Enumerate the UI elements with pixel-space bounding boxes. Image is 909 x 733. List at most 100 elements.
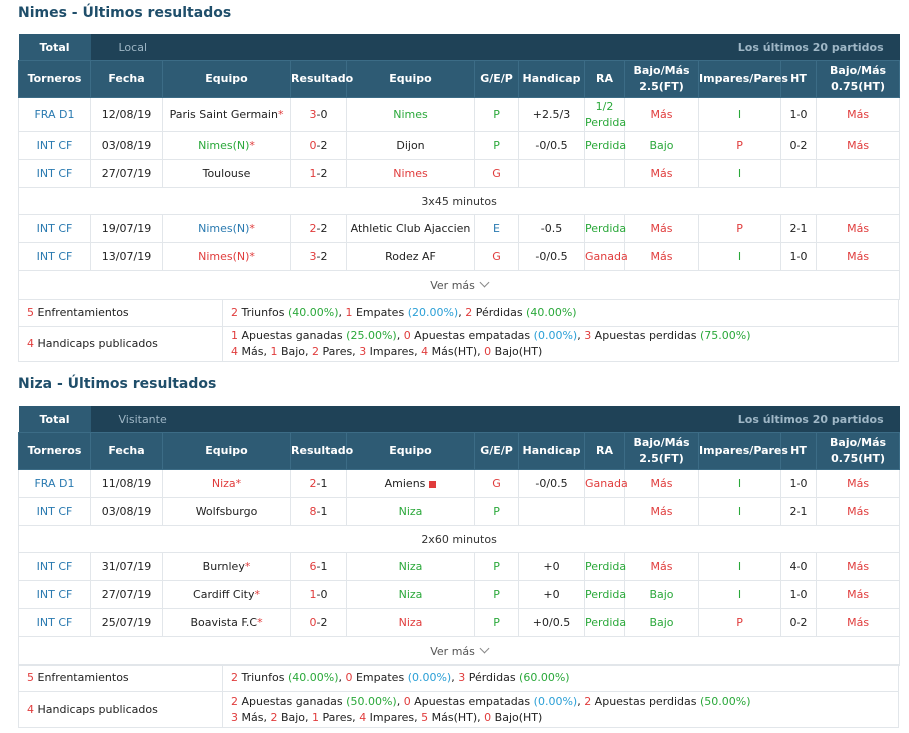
niza-section-title: Niza - Últimos resultados <box>18 376 217 392</box>
ra-cell: 1/2 Perdida <box>584 97 626 132</box>
home-team-cell[interactable]: Wolfsburgo <box>161 497 292 526</box>
tab-visitante[interactable]: Visitante <box>90 406 291 433</box>
over-under-cell: Más <box>624 552 700 581</box>
see-more-button[interactable]: Ver más <box>17 270 901 300</box>
league-cell[interactable]: INT CF <box>18 552 91 581</box>
home-team-cell[interactable]: Paris Saint Germain* <box>161 97 292 132</box>
away-team-cell[interactable]: Dijon <box>346 131 476 160</box>
col-header: Equipo <box>346 60 476 98</box>
summary-handicaps: 2 Apuestas ganadas (50.00%), 0 Apuestas … <box>222 691 899 728</box>
over-under-cell: Más <box>624 159 700 188</box>
match-note: 2x60 minutos <box>17 525 901 553</box>
away-team-cell[interactable]: Niza <box>346 608 476 637</box>
home-team-cell[interactable]: Boavista F.C* <box>161 608 292 637</box>
over-under-ht-cell: Más <box>816 214 901 243</box>
odd-even-cell: I <box>698 552 782 581</box>
over-under-cell: Más <box>624 242 700 271</box>
away-team-cell[interactable]: Nimes <box>346 159 476 188</box>
odd-even-cell: I <box>698 159 782 188</box>
result-cell[interactable]: 2-1 <box>290 469 348 498</box>
outcome-cell: E <box>474 214 520 243</box>
home-team-cell[interactable]: Nimes(N)* <box>161 131 292 160</box>
last-20-matches-link[interactable]: Los últimos 20 partidos <box>290 406 900 433</box>
nimes-results-table: Total Local Los últimos 20 partidos Torn… <box>17 34 901 300</box>
last-20-matches-link[interactable]: Los últimos 20 partidos <box>290 34 900 61</box>
odd-even-cell: I <box>698 580 782 609</box>
league-cell[interactable]: FRA D1 <box>18 469 91 498</box>
match-note: 3x45 minutos <box>17 187 901 215</box>
over-under-ht-cell <box>816 159 901 188</box>
table-row: INT CF 03/08/19 Wolfsburgo 8-1 Niza P Más I 2-1 M… <box>18 497 901 526</box>
ra-cell <box>584 497 626 526</box>
halftime-cell: 2-1 <box>780 497 818 526</box>
col-header: Torneros <box>18 60 91 98</box>
table-row: INT CF 13/07/19 Nimes(N)* 3-2 Rodez AF G -0/0.… <box>18 242 901 271</box>
col-header: Equipo <box>161 60 292 98</box>
league-cell[interactable]: FRA D1 <box>18 97 91 132</box>
odd-even-cell: I <box>698 97 782 132</box>
date-cell: 19/07/19 <box>90 214 163 243</box>
table-row: FRA D1 12/08/19 Paris Saint Germain* 3-0 Nim… <box>18 97 901 132</box>
ra-cell: Ganada <box>584 242 628 271</box>
home-team-cell[interactable]: Niza* <box>161 469 292 498</box>
over-under-ht-cell: Más <box>816 580 901 609</box>
tab-total[interactable]: Total <box>18 406 91 433</box>
league-cell[interactable]: INT CF <box>18 580 91 609</box>
over-under-cell: Más <box>624 469 700 498</box>
away-team-cell[interactable]: Rodez AF <box>346 242 476 271</box>
odd-even-cell: P <box>698 608 782 637</box>
halftime-cell: 4-0 <box>780 552 818 581</box>
result-cell[interactable]: 0-2 <box>290 608 348 637</box>
col-header: Torneros <box>18 432 91 470</box>
tab-local[interactable]: Local <box>90 34 291 61</box>
result-cell[interactable]: 1-0 <box>290 580 348 609</box>
result-cell[interactable]: 6-1 <box>290 552 348 581</box>
odd-even-cell: I <box>698 497 782 526</box>
chevron-down-icon <box>479 643 490 653</box>
table-row: INT CF 27/07/19 Toulouse 1-2 Nimes G Más I <box>18 159 901 188</box>
away-team-cell[interactable]: Amiens <box>346 469 476 498</box>
ra-cell: Perdida <box>584 580 626 609</box>
see-more-button[interactable]: Ver más <box>17 636 901 666</box>
league-cell[interactable]: INT CF <box>18 608 91 637</box>
col-header: G/E/P <box>474 432 520 470</box>
away-team-cell[interactable]: Niza <box>346 552 476 581</box>
result-cell[interactable]: 3-0 <box>290 97 348 132</box>
handicap-cell: +0 <box>518 580 586 609</box>
league-cell[interactable]: INT CF <box>18 242 91 271</box>
league-cell[interactable]: INT CF <box>18 214 91 243</box>
home-team-cell[interactable]: Burnley* <box>161 552 292 581</box>
date-cell: 03/08/19 <box>90 131 163 160</box>
result-cell[interactable]: 1-2 <box>290 159 348 188</box>
date-cell: 27/07/19 <box>90 159 163 188</box>
handicap-cell <box>518 497 586 526</box>
away-team-cell[interactable]: Niza <box>346 497 476 526</box>
col-header: Bajo/Más 0.75(HT) <box>816 60 901 98</box>
outcome-cell: P <box>474 580 520 609</box>
summary-results: 2 Triunfos (40.00%), 1 Empates (20.00%),… <box>222 299 899 327</box>
home-team-cell[interactable]: Toulouse <box>161 159 292 188</box>
away-team-cell[interactable]: Niza <box>346 580 476 609</box>
over-under-ht-cell: Más <box>816 469 901 498</box>
home-team-cell[interactable]: Nimes(N)* <box>161 214 292 243</box>
result-cell[interactable]: 8-1 <box>290 497 348 526</box>
away-team-cell[interactable]: Athletic Club Ajaccien <box>346 214 476 243</box>
home-team-cell[interactable]: Nimes(N)* <box>161 242 292 271</box>
result-cell[interactable]: 2-2 <box>290 214 348 243</box>
halftime-cell <box>780 159 818 188</box>
niza-summary-table: 5 Enfrentamientos 2 Triunfos (40.00%), 0… <box>18 664 899 728</box>
col-header: Impares/Pares <box>698 60 788 98</box>
league-cell[interactable]: INT CF <box>18 131 91 160</box>
league-cell[interactable]: INT CF <box>18 159 91 188</box>
result-cell[interactable]: 0-2 <box>290 131 348 160</box>
home-team-cell[interactable]: Cardiff City* <box>161 580 292 609</box>
tab-total[interactable]: Total <box>18 34 91 61</box>
away-team-cell[interactable]: Nimes <box>346 97 476 132</box>
handicap-cell: +0 <box>518 552 586 581</box>
result-cell[interactable]: 3-2 <box>290 242 348 271</box>
col-header: Bajo/Más 0.75(HT) <box>816 432 901 470</box>
table-header: Torneros Fecha Equipo Resultado Equipo G… <box>18 60 901 98</box>
over-under-cell: Bajo <box>624 131 700 160</box>
league-cell[interactable]: INT CF <box>18 497 91 526</box>
handicap-cell: -0/0.5 <box>518 131 586 160</box>
